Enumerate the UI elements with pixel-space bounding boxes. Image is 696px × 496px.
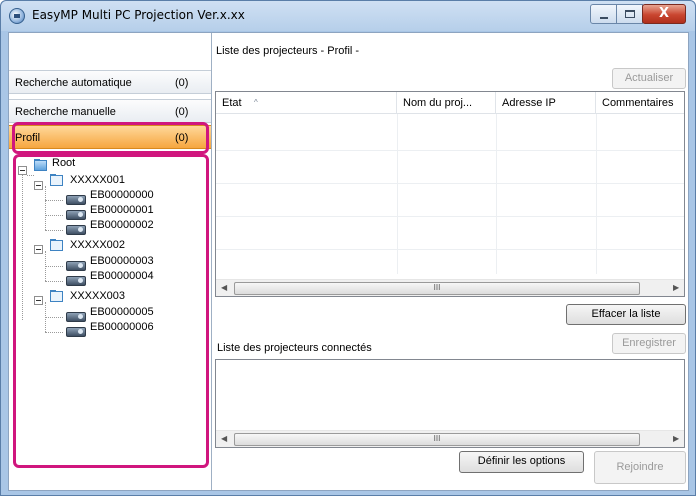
tree-connector xyxy=(45,266,63,267)
grid-line xyxy=(216,150,684,151)
tree-node-label: EB00000001 xyxy=(90,204,154,216)
tree-collapse-icon[interactable] xyxy=(18,166,27,175)
projector-icon xyxy=(66,327,86,337)
refresh-button[interactable]: Actualiser xyxy=(612,68,686,89)
sidebar-item-label: Recherche manuelle xyxy=(15,106,116,118)
tree-connector xyxy=(27,175,34,176)
tree-node-label: EB00000004 xyxy=(90,270,154,282)
sidebar-item-automatic-search[interactable]: Recherche automatique (0) xyxy=(9,70,211,94)
tree-node-label: Root xyxy=(52,157,76,169)
sidebar-item-count: (0) xyxy=(175,106,189,118)
scroll-right-arrow-icon[interactable]: ▶ xyxy=(673,283,679,292)
grid-line xyxy=(216,216,684,217)
search-sidebar: Recherche automatique (0) Recherche manu… xyxy=(9,33,212,490)
column-header-comments[interactable]: Commentaires xyxy=(596,92,684,114)
window-title: EasyMP Multi PC Projection Ver.x.xx xyxy=(32,8,245,22)
horizontal-scrollbar[interactable]: ◀ III ▶ xyxy=(216,279,684,296)
folder-icon xyxy=(49,290,65,303)
projector-icon xyxy=(66,276,86,286)
folder-icon xyxy=(49,174,65,187)
sidebar-item-manual-search[interactable]: Recherche manuelle (0) xyxy=(9,99,211,123)
folder-icon xyxy=(33,159,49,172)
scrollbar-thumb[interactable]: III xyxy=(234,433,640,446)
tree-connector xyxy=(45,186,46,230)
column-header-projector-name[interactable]: Nom du proj... xyxy=(397,92,496,114)
maximize-icon xyxy=(625,10,635,18)
projector-app-icon[interactable] xyxy=(9,8,25,24)
tree-connector xyxy=(45,215,63,216)
connected-projectors-list[interactable]: ◀ III ▶ xyxy=(215,359,685,448)
sidebar-item-count: (0) xyxy=(175,77,189,89)
minimize-button[interactable] xyxy=(590,4,617,24)
sidebar-item-label: Recherche automatique xyxy=(15,77,132,89)
title-bar[interactable]: EasyMP Multi PC Projection Ver.x.xx X xyxy=(1,1,695,31)
tree-collapse-icon[interactable] xyxy=(34,245,43,254)
table-header: Etat ^ Nom du proj... Adresse IP Comment… xyxy=(216,92,684,114)
grid-line xyxy=(216,183,684,184)
tree-node-label: XXXXX003 xyxy=(70,290,126,302)
set-options-button[interactable]: Définir les options xyxy=(459,451,584,473)
tree-node-label: XXXXX001 xyxy=(70,174,126,186)
tree-connector xyxy=(45,332,63,333)
tree-connector xyxy=(45,200,63,201)
scrollbar-thumb[interactable]: III xyxy=(234,282,640,295)
sort-ascending-icon: ^ xyxy=(254,98,258,107)
projector-icon xyxy=(66,195,86,205)
grid-line xyxy=(397,114,398,274)
close-button[interactable]: X xyxy=(642,4,686,24)
column-header-ip-address[interactable]: Adresse IP xyxy=(496,92,596,114)
column-header-status[interactable]: Etat ^ xyxy=(216,92,397,114)
projector-icon xyxy=(66,225,86,235)
save-button[interactable]: Enregistrer xyxy=(612,333,686,354)
tree-node-label: XXXXX002 xyxy=(70,239,126,251)
connected-list-title: Liste des projecteurs connectés xyxy=(217,342,372,354)
application-window: EasyMP Multi PC Projection Ver.x.xx X Re… xyxy=(0,0,696,496)
tree-connector xyxy=(45,230,63,231)
close-icon: X xyxy=(658,6,670,21)
tree-node-label: EB00000002 xyxy=(90,219,154,231)
clear-list-button[interactable]: Effacer la liste xyxy=(566,304,686,325)
projector-icon xyxy=(66,312,86,322)
projector-icon xyxy=(66,261,86,271)
client-area: Recherche automatique (0) Recherche manu… xyxy=(8,32,689,491)
horizontal-scrollbar[interactable]: ◀ III ▶ xyxy=(216,430,684,447)
scroll-left-arrow-icon[interactable]: ◀ xyxy=(221,283,227,292)
tree-node-label: EB00000003 xyxy=(90,255,154,267)
grid-line xyxy=(596,114,597,274)
minimize-icon xyxy=(600,17,608,19)
grid-line xyxy=(216,249,684,250)
tree-node-label: EB00000000 xyxy=(90,189,154,201)
tree-collapse-icon[interactable] xyxy=(34,181,43,190)
scroll-left-arrow-icon[interactable]: ◀ xyxy=(221,434,227,443)
projector-list-table[interactable]: Etat ^ Nom du proj... Adresse IP Comment… xyxy=(215,91,685,297)
profile-highlight-frame xyxy=(12,122,209,154)
join-button[interactable]: Rejoindre xyxy=(594,451,686,484)
tree-collapse-icon[interactable] xyxy=(34,296,43,305)
projector-list-title: Liste des projecteurs - Profil - xyxy=(216,45,360,57)
tree-node-label: EB00000006 xyxy=(90,321,154,333)
folder-icon xyxy=(49,239,65,252)
scroll-right-arrow-icon[interactable]: ▶ xyxy=(673,434,679,443)
tree-node-label: EB00000005 xyxy=(90,306,154,318)
tree-connector xyxy=(45,317,63,318)
grid-line xyxy=(496,114,497,274)
tree-connector xyxy=(22,171,23,320)
projector-icon xyxy=(66,210,86,220)
tree-connector xyxy=(45,281,63,282)
maximize-button[interactable] xyxy=(616,4,643,24)
